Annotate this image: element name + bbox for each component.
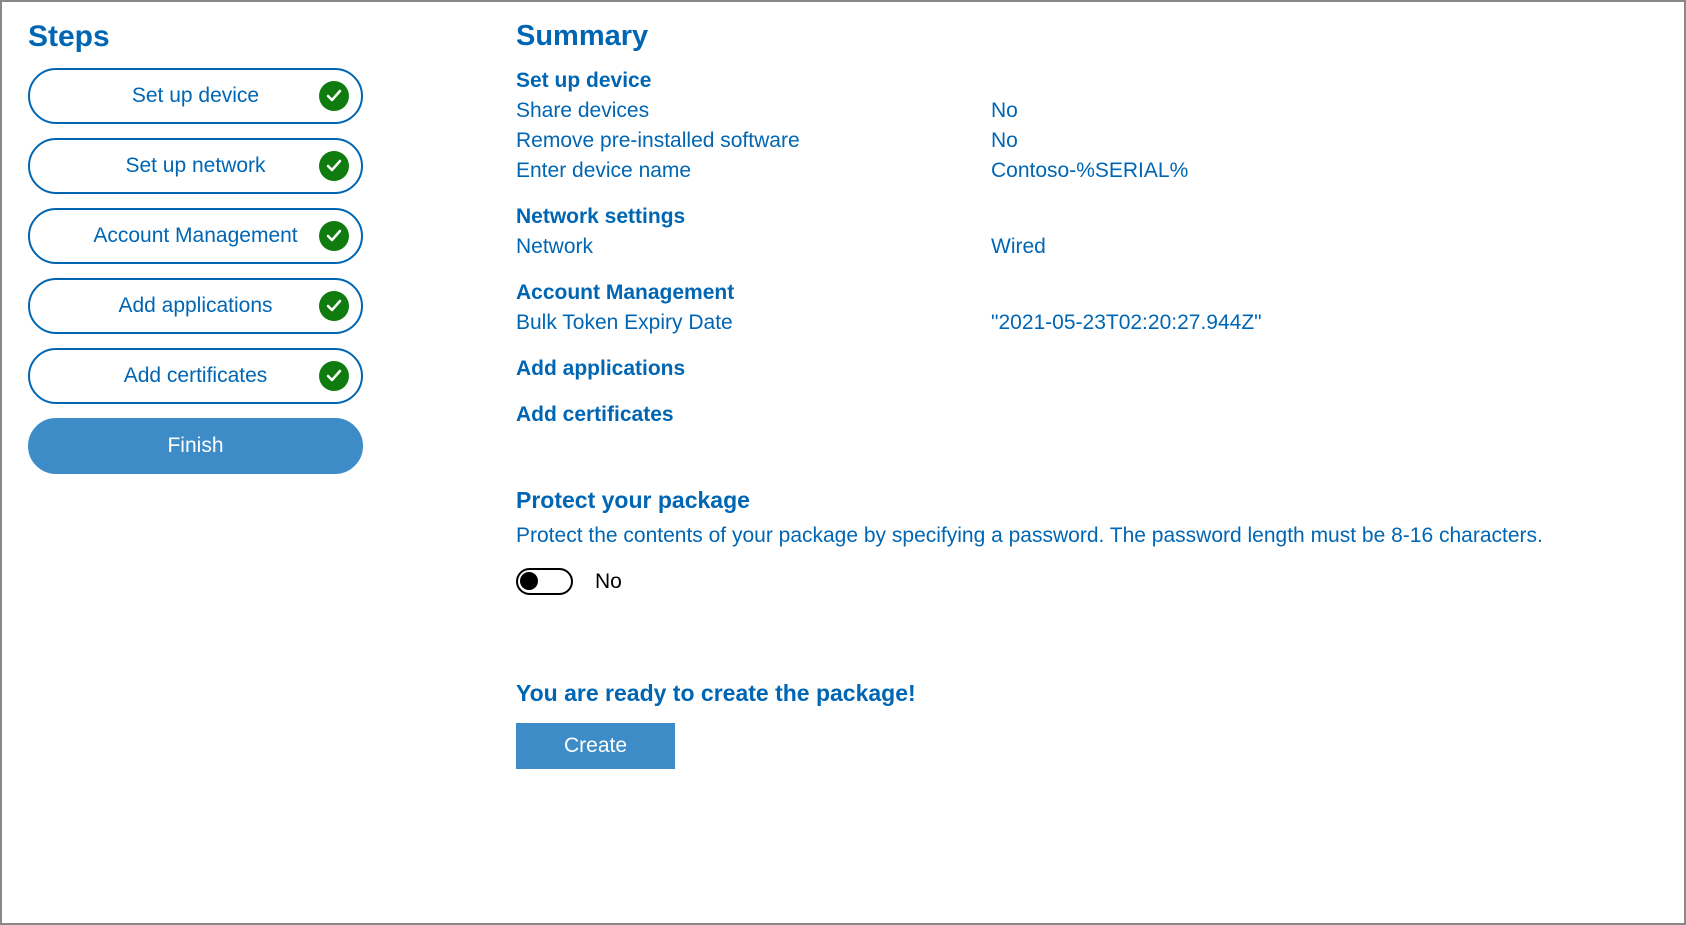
- row-value: No: [991, 129, 1658, 153]
- step-finish[interactable]: Finish: [28, 418, 363, 474]
- main-content: Summary Set up device Share devices No R…: [398, 20, 1658, 905]
- check-icon: [319, 221, 349, 251]
- check-icon: [319, 81, 349, 111]
- toggle-row: No: [516, 568, 1658, 595]
- summary-row: Bulk Token Expiry Date "2021-05-23T02:20…: [516, 311, 1658, 335]
- summary-row: Network Wired: [516, 235, 1658, 259]
- row-value: "2021-05-23T02:20:27.944Z": [991, 311, 1658, 335]
- sidebar-title: Steps: [28, 20, 398, 54]
- check-icon: [319, 151, 349, 181]
- protect-toggle[interactable]: [516, 568, 573, 595]
- summary-row: Enter device name Contoso-%SERIAL%: [516, 159, 1658, 183]
- protect-description: Protect the contents of your package by …: [516, 524, 1658, 548]
- row-value: Wired: [991, 235, 1658, 259]
- section-heading-network-settings: Network settings: [516, 205, 1658, 229]
- protect-heading: Protect your package: [516, 487, 1658, 514]
- summary-title: Summary: [516, 20, 1658, 53]
- toggle-knob: [520, 572, 538, 590]
- row-label: Share devices: [516, 99, 991, 123]
- step-set-up-network[interactable]: Set up network: [28, 138, 363, 194]
- step-set-up-device[interactable]: Set up device: [28, 68, 363, 124]
- create-button[interactable]: Create: [516, 723, 675, 769]
- step-label: Add applications: [118, 294, 272, 317]
- summary-row: Share devices No: [516, 99, 1658, 123]
- section-heading-account-management: Account Management: [516, 281, 1658, 305]
- toggle-label: No: [595, 570, 622, 594]
- check-icon: [319, 291, 349, 321]
- row-value: Contoso-%SERIAL%: [991, 159, 1658, 183]
- step-label: Finish: [167, 434, 223, 457]
- section-heading-add-applications: Add applications: [516, 357, 1658, 381]
- summary-row: Remove pre-installed software No: [516, 129, 1658, 153]
- step-add-applications[interactable]: Add applications: [28, 278, 363, 334]
- row-label: Network: [516, 235, 991, 259]
- ready-text: You are ready to create the package!: [516, 680, 1658, 707]
- section-heading-add-certificates: Add certificates: [516, 403, 1658, 427]
- row-value: No: [991, 99, 1658, 123]
- step-account-management[interactable]: Account Management: [28, 208, 363, 264]
- step-label: Set up device: [132, 84, 259, 107]
- section-heading-setup-device: Set up device: [516, 69, 1658, 93]
- row-label: Remove pre-installed software: [516, 129, 991, 153]
- step-label: Set up network: [125, 154, 265, 177]
- check-icon: [319, 361, 349, 391]
- row-label: Enter device name: [516, 159, 991, 183]
- step-label: Add certificates: [124, 364, 268, 387]
- row-label: Bulk Token Expiry Date: [516, 311, 991, 335]
- step-label: Account Management: [93, 224, 297, 247]
- sidebar: Steps Set up device Set up network Accou…: [28, 20, 398, 905]
- step-add-certificates[interactable]: Add certificates: [28, 348, 363, 404]
